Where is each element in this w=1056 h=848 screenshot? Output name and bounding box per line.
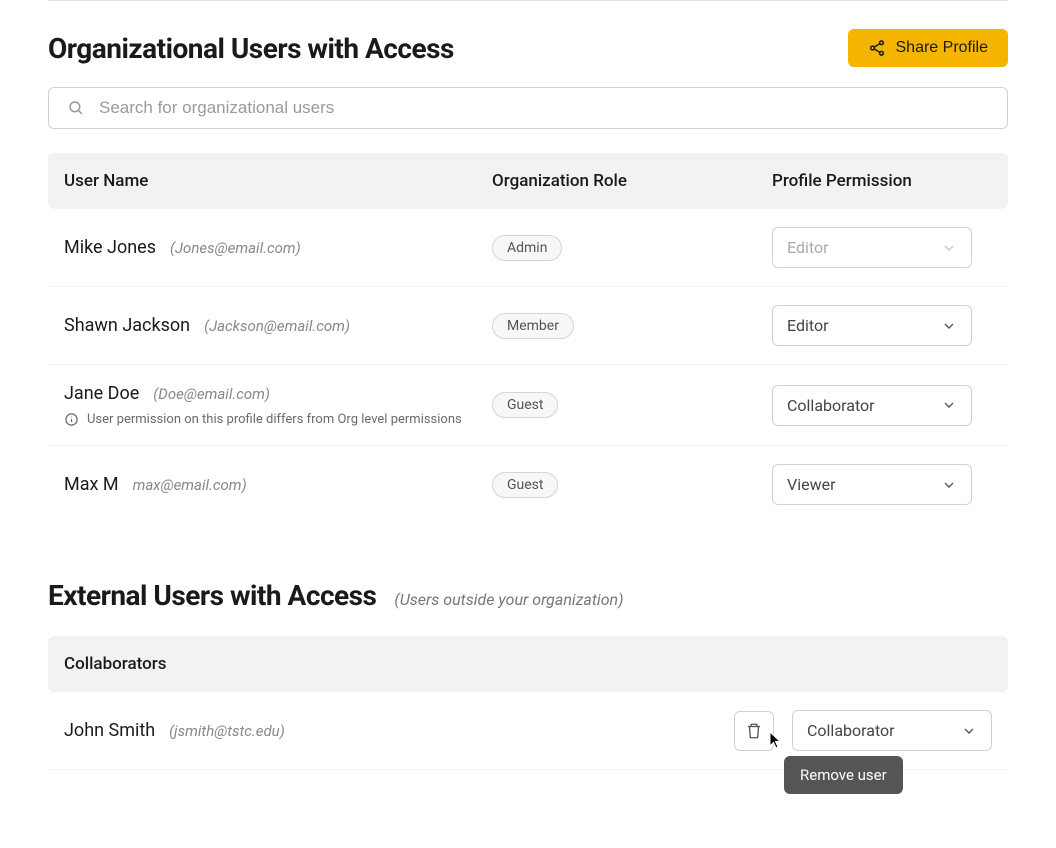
table-row: Shawn Jackson (Jackson@email.com) Member… — [48, 287, 1008, 365]
user-name: John Smith — [64, 720, 155, 741]
table-row: Max M max@email.com) Guest Viewer — [48, 446, 1008, 523]
dropdown-label: Viewer — [787, 475, 836, 494]
role-badge: Guest — [492, 472, 558, 498]
remove-user-button[interactable] — [734, 711, 774, 751]
share-icon — [868, 39, 886, 57]
permission-dropdown[interactable]: Viewer — [772, 464, 972, 505]
table-row: Jane Doe (Doe@email.com) User permission… — [48, 365, 1008, 446]
chevron-down-icon — [941, 477, 957, 493]
col-username: User Name — [64, 171, 492, 191]
search-input[interactable] — [99, 98, 989, 118]
permission-dropdown[interactable]: Collaborator — [772, 385, 972, 426]
table-row: Mike Jones (Jones@email.com) Admin Edito… — [48, 209, 1008, 287]
user-name: Jane Doe — [64, 383, 139, 404]
chevron-down-icon — [961, 723, 977, 739]
permission-note-text: User permission on this profile differs … — [87, 412, 462, 427]
role-badge: Member — [492, 313, 574, 339]
user-name: Shawn Jackson — [64, 315, 190, 336]
user-email: (Jones@email.com) — [170, 239, 301, 257]
permission-note: User permission on this profile differs … — [64, 412, 492, 427]
col-org-role: Organization Role — [492, 171, 772, 191]
remove-user-tooltip: Remove user — [784, 756, 903, 794]
share-profile-button[interactable]: Share Profile — [848, 29, 1009, 67]
share-button-label: Share Profile — [896, 39, 989, 57]
user-name: Mike Jones — [64, 237, 156, 258]
user-email: max@email.com) — [133, 476, 247, 494]
dropdown-label: Collaborator — [787, 396, 875, 415]
chevron-down-icon — [941, 397, 957, 413]
col-profile-permission: Profile Permission — [772, 171, 992, 191]
dropdown-label: Editor — [787, 316, 828, 335]
dropdown-label: Collaborator — [807, 721, 895, 740]
external-section-header: External Users with Access (Users outsid… — [48, 579, 1008, 612]
search-input-container[interactable] — [48, 87, 1008, 129]
org-section-header: Organizational Users with Access Share P… — [48, 29, 1008, 67]
user-email: (Doe@email.com) — [153, 385, 270, 403]
permission-dropdown[interactable]: Editor — [772, 227, 972, 268]
divider — [48, 0, 1008, 1]
info-icon — [64, 412, 79, 427]
external-section-subtitle: (Users outside your organization) — [394, 590, 623, 609]
search-icon — [67, 99, 85, 117]
role-badge: Admin — [492, 235, 562, 261]
org-table-header: User Name Organization Role Profile Perm… — [48, 153, 1008, 209]
user-name: Max M — [64, 474, 119, 495]
collaborators-header: Collaborators — [48, 636, 1008, 692]
chevron-down-icon — [941, 318, 957, 334]
external-section-title: External Users with Access — [48, 579, 376, 612]
dropdown-label: Editor — [787, 238, 828, 257]
permission-dropdown[interactable]: Editor — [772, 305, 972, 346]
permission-dropdown[interactable]: Collaborator — [792, 710, 992, 751]
role-badge: Guest — [492, 392, 558, 418]
user-email: (Jackson@email.com) — [204, 317, 350, 335]
trash-icon — [745, 722, 763, 740]
org-section-title: Organizational Users with Access — [48, 32, 454, 65]
user-email: (jsmith@tstc.edu) — [169, 722, 285, 740]
chevron-down-icon — [941, 240, 957, 256]
